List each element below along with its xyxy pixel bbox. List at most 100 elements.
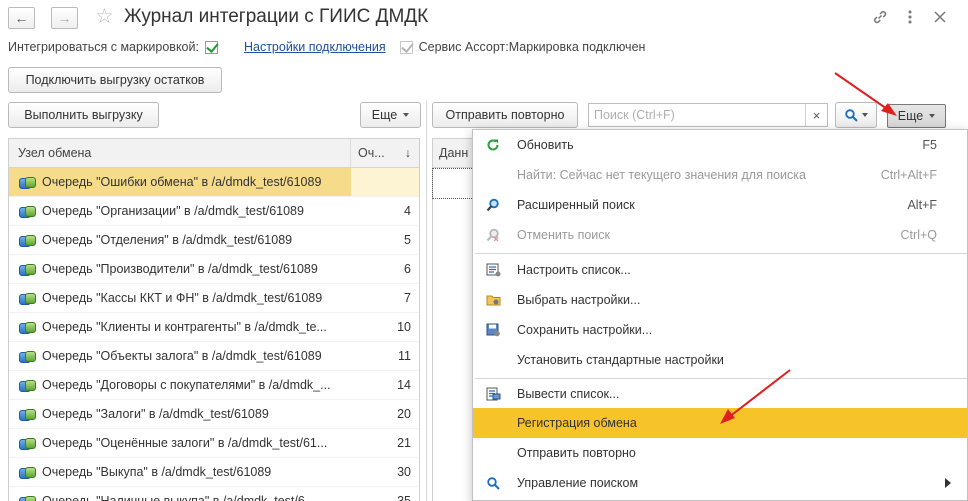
back-button[interactable]: ← — [8, 7, 35, 29]
queue-icon — [19, 292, 36, 305]
menu-item-print-list[interactable]: Вывести список... — [473, 379, 967, 409]
more-left-label: Еще — [371, 108, 398, 122]
table-row[interactable]: Очередь "Договоры с покупателями" в /a/d… — [9, 371, 419, 400]
queue-icon — [19, 176, 36, 189]
chain-link-icon[interactable] — [869, 6, 891, 28]
queue-number — [351, 168, 419, 196]
menu-item-exchange-registration[interactable]: Регистрация обмена — [473, 408, 967, 438]
queue-number: 4 — [404, 204, 411, 218]
menu-item-label: Управление поиском — [517, 476, 639, 490]
chevron-down-icon — [861, 113, 868, 117]
search-field[interactable]: × — [588, 103, 828, 127]
queue-number: 5 — [404, 233, 411, 247]
column-header-queue[interactable]: Оч... ↓ — [351, 146, 419, 160]
menu-item-set-default-settings[interactable]: Установить стандартные настройки — [473, 345, 967, 375]
select-settings-icon — [473, 293, 513, 307]
node-name: Очередь "Производители" в /a/dmdk_test/6… — [42, 262, 318, 276]
table-row[interactable]: Очередь "Ошибки обмена" в /a/dmdk_test/6… — [9, 168, 419, 197]
send-again-button[interactable]: Отправить повторно — [432, 102, 578, 128]
column-header-data[interactable]: Данн — [439, 146, 468, 160]
menu-item-label: Отправить повторно — [517, 446, 636, 460]
execute-upload-label: Выполнить выгрузку — [24, 108, 143, 122]
menu-item-find: Найти: Сейчас нет текущего значения для … — [473, 160, 967, 190]
panel-splitter[interactable] — [426, 100, 427, 501]
menu-item-shortcut: Ctrl+Q — [900, 228, 937, 242]
connect-stock-upload-button[interactable]: Подключить выгрузку остатков — [8, 67, 222, 93]
close-icon[interactable] — [929, 6, 951, 28]
menu-item-shortcut: F5 — [922, 138, 937, 152]
refresh-icon — [473, 138, 513, 152]
table-row[interactable]: Очередь "Кассы ККТ и ФН" в /a/dmdk_test/… — [9, 284, 419, 313]
queue-icon — [19, 379, 36, 392]
node-name: Очередь "Объекты залога" в /a/dmdk_test/… — [42, 349, 322, 363]
forward-arrow-icon: → — [57, 10, 72, 26]
menu-item-refresh[interactable]: Обновить F5 — [473, 130, 967, 160]
vertical-dots-icon[interactable] — [899, 6, 921, 28]
favorite-star-icon[interactable]: ☆ — [95, 4, 114, 29]
chevron-down-icon — [403, 113, 410, 117]
queue-number: 21 — [397, 436, 411, 450]
back-arrow-icon: ← — [14, 10, 29, 26]
queue-number: 10 — [397, 320, 411, 334]
page-title: Журнал интеграции с ГИИС ДМДК — [124, 6, 429, 27]
table-row[interactable]: Очередь "Организации" в /a/dmdk_test/610… — [9, 197, 419, 226]
queue-number: 14 — [397, 378, 411, 392]
menu-item-label: Настроить список... — [517, 263, 631, 277]
menu-item-save-settings[interactable]: Сохранить настройки... — [473, 315, 967, 345]
table-row[interactable]: Очередь "Клиенты и контрагенты" в /a/dmd… — [9, 313, 419, 342]
menu-item-label: Обновить — [517, 138, 574, 152]
advanced-search-icon — [473, 198, 513, 212]
chevron-down-icon — [929, 114, 936, 118]
focused-cell[interactable] — [432, 168, 476, 199]
menu-item-search-management[interactable]: Управление поиском — [473, 468, 967, 498]
menu-item-label: Установить стандартные настройки — [517, 353, 724, 367]
menu-item-advanced-search[interactable]: Расширенный поиск Alt+F — [473, 190, 967, 220]
more-dropdown-menu: Обновить F5 Найти: Сейчас нет текущего з… — [472, 129, 968, 501]
menu-item-label: Сохранить настройки... — [517, 323, 653, 337]
table-row[interactable]: Очередь "Объекты залога" в /a/dmdk_test/… — [9, 342, 419, 371]
queue-icon — [19, 234, 36, 247]
menu-item-shortcut: Alt+F — [907, 198, 937, 212]
execute-upload-button[interactable]: Выполнить выгрузку — [8, 102, 159, 128]
integrate-checkbox[interactable] — [204, 40, 218, 54]
queue-icon — [19, 321, 36, 334]
menu-item-send-again[interactable]: Отправить повторно — [473, 438, 967, 468]
submenu-arrow-icon — [945, 478, 951, 488]
table-row[interactable]: Очередь "Наличные выкупа" в /a/dmdk_test… — [9, 487, 419, 501]
queue-icon — [19, 437, 36, 450]
menu-item-cancel-search: Отменить поиск Ctrl+Q — [473, 220, 967, 250]
sort-down-icon: ↓ — [404, 146, 411, 160]
node-name: Очередь "Кассы ККТ и ФН" в /a/dmdk_test/… — [42, 291, 323, 305]
service-label: Сервис Ассорт:Маркировка подключен — [418, 40, 646, 54]
table-row[interactable]: Очередь "Оценённые залоги" в /a/dmdk_tes… — [9, 429, 419, 458]
table-row[interactable]: Очередь "Отделения" в /a/dmdk_test/61089… — [9, 226, 419, 255]
queue-icon — [19, 350, 36, 363]
more-right-button[interactable]: Еще — [887, 104, 946, 128]
forward-button[interactable]: → — [51, 7, 78, 29]
menu-item-select-settings[interactable]: Выбрать настройки... — [473, 285, 967, 315]
queue-icon — [19, 495, 36, 501]
more-right-label: Еще — [897, 109, 924, 123]
menu-separator — [475, 253, 967, 254]
queue-icon — [19, 408, 36, 421]
magnifier-icon — [844, 108, 858, 122]
table-row[interactable]: Очередь "Производители" в /a/dmdk_test/6… — [9, 255, 419, 284]
connection-settings-link[interactable]: Настройки подключения — [244, 40, 386, 54]
queue-number: 20 — [397, 407, 411, 421]
table-row[interactable]: Очередь "Выкупа" в /a/dmdk_test/61089 30 — [9, 458, 419, 487]
clear-search-button[interactable]: × — [805, 104, 827, 126]
service-checkbox — [399, 40, 413, 54]
menu-item-shortcut: Ctrl+Alt+F — [880, 168, 937, 182]
node-name: Очередь "Клиенты и контрагенты" в /a/dmd… — [42, 320, 327, 334]
menu-item-configure-list[interactable]: Настроить список... — [473, 255, 967, 285]
table-row[interactable]: Очередь "Залоги" в /a/dmdk_test/61089 20 — [9, 400, 419, 429]
more-left-button[interactable]: Еще — [360, 102, 421, 128]
connect-stock-label: Подключить выгрузку остатков — [25, 73, 205, 87]
list-settings-icon — [473, 263, 513, 277]
column-header-node[interactable]: Узел обмена — [9, 139, 351, 167]
menu-item-label: Выбрать настройки... — [517, 293, 641, 307]
search-button[interactable] — [835, 102, 877, 128]
search-icon — [473, 476, 513, 490]
queue-icon — [19, 205, 36, 218]
search-input[interactable] — [589, 104, 799, 126]
